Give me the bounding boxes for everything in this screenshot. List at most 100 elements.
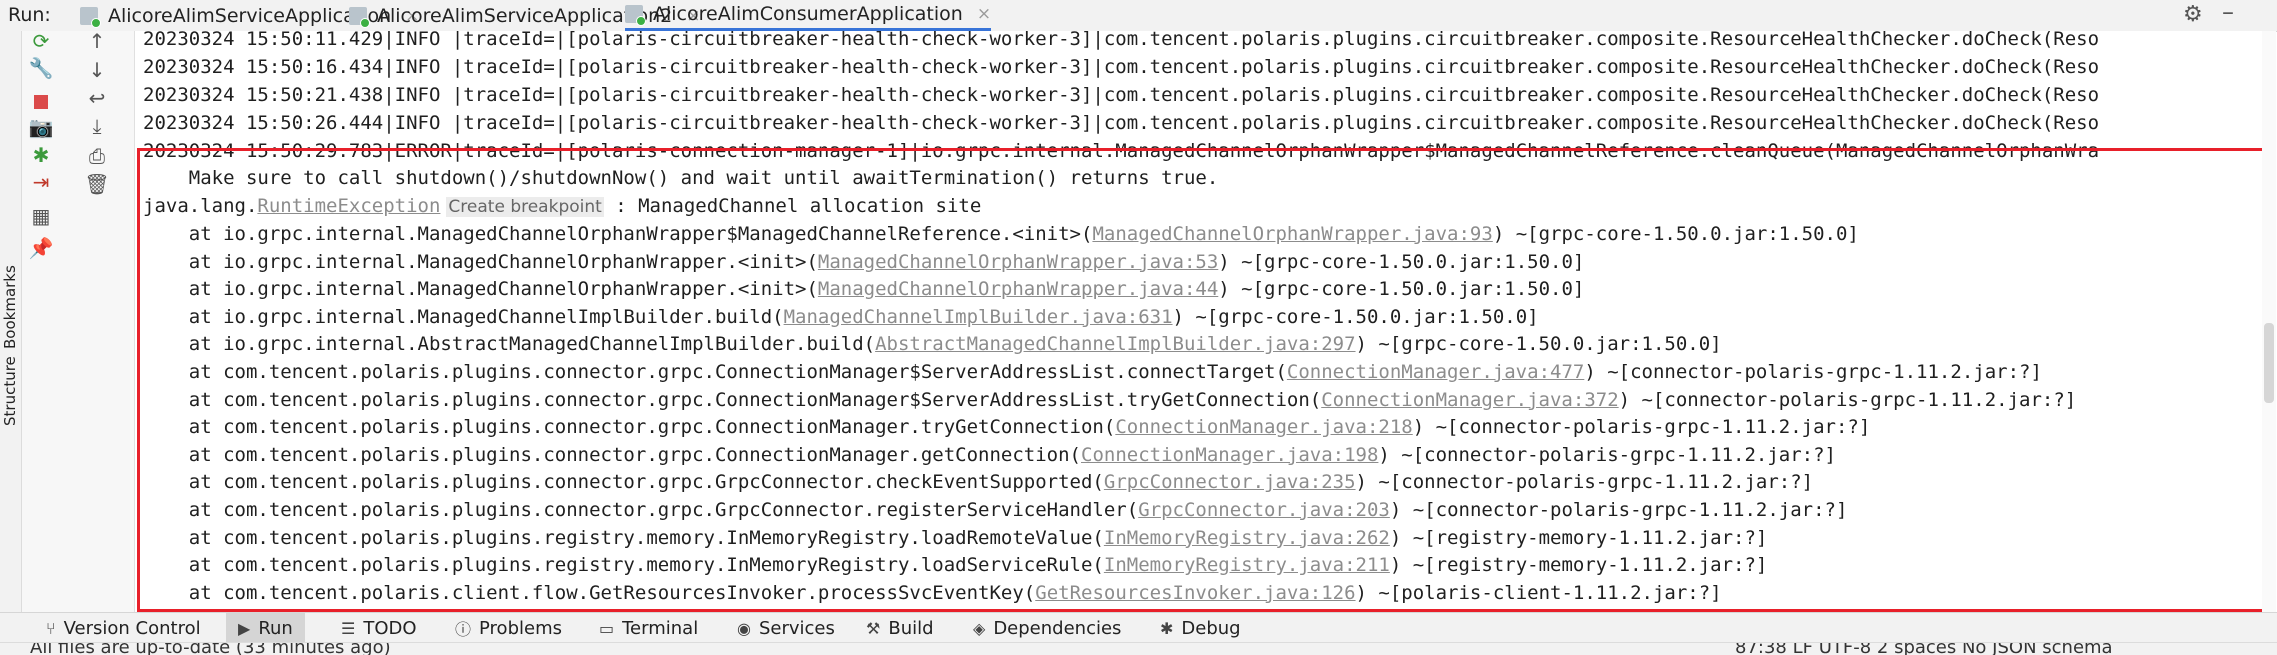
stack-frame-line: at io.grpc.internal.ManagedChannelOrphan… [143, 220, 1859, 248]
stack-frame-jar: ) ~[grpc-core-1.50.0.jar:1.50.0] [1218, 278, 1585, 301]
login-icon[interactable]: ⇥ [26, 167, 56, 197]
stack-frame-jar: ) ~[grpc-core-1.50.0.jar:1.50.0] [1492, 223, 1859, 245]
stack-frame-method: at com.tencent.polaris.plugins.connector… [143, 388, 1322, 411]
camera-icon[interactable]: 📷 [26, 112, 56, 142]
source-file-link[interactable]: AbstractManagedChannelImplBuilder.java:2… [875, 333, 1355, 355]
tab-label: Problems [479, 617, 562, 639]
print-icon[interactable]: ⎙ [82, 141, 112, 171]
close-icon[interactable]: × [977, 4, 991, 24]
exception-class-link[interactable]: RuntimeException [257, 195, 440, 217]
stack-frame-jar: ) ~[connector-polaris-grpc-1.11.2.jar:?] [1584, 361, 2042, 383]
source-file-link[interactable]: ManagedChannelOrphanWrapper.java:93 [1092, 223, 1492, 245]
scroll-to-end-icon[interactable]: ⤓ [82, 111, 112, 141]
stack-frame-line: at com.tencent.polaris.plugins.registry.… [143, 524, 1768, 552]
source-file-link[interactable]: GrpcConnector.java:235 [1104, 471, 1356, 493]
down-arrow-icon[interactable]: ↓ [82, 55, 112, 85]
stack-frame-jar: ) ~[registry-memory-1.11.2.jar:?] [1389, 526, 1768, 549]
stack-frame-jar: ) ~[connector-polaris-grpc-1.11.2.jar:?] [1389, 499, 1848, 521]
stack-frame-line: at io.grpc.internal.ManagedChannelImplBu… [143, 303, 1539, 331]
status-indicators[interactable]: 87:38 LF UTF-8 2 spaces No JSON schema [1735, 643, 2113, 655]
tab-label: Debug [1181, 617, 1241, 639]
source-file-link[interactable]: ManagedChannelImplBuilder.java:631 [784, 306, 1173, 328]
tab-problems[interactable]: ⓘ Problems [455, 613, 562, 643]
source-file-link[interactable]: ConnectionManager.java:218 [1115, 416, 1412, 438]
tab-todo[interactable]: ☰ TODO [341, 613, 417, 643]
debug-icon[interactable]: ✱ [26, 140, 56, 170]
tab-consumer-application[interactable]: AlicoreAlimConsumerApplication × [625, 0, 992, 31]
structure-stripe-button[interactable]: Structure [1, 356, 19, 426]
stack-frame-line: at com.tencent.polaris.plugins.connector… [143, 358, 2042, 386]
source-file-link[interactable]: ConnectionManager.java:198 [1081, 444, 1378, 466]
tab-label: Dependencies [993, 617, 1122, 639]
log-line-message: Make sure to call shutdown()/shutdownNow… [143, 167, 1219, 189]
tab-label: Terminal [622, 617, 699, 639]
stack-frame-method: at com.tencent.polaris.plugins.connector… [143, 361, 1287, 383]
scrollbar-thumb[interactable] [2264, 323, 2274, 403]
exception-prefix: java.lang. [143, 195, 258, 217]
rerun-icon[interactable]: ⟳ [26, 26, 56, 56]
gear-icon[interactable]: ⚙ [2183, 2, 2203, 27]
stack-frame-jar: ) ~[connector-polaris-grpc-1.11.2.jar:?] [1355, 471, 1814, 494]
todo-list-icon: ☰ [341, 618, 356, 638]
source-file-link[interactable]: GetResourcesInvoker.java:126 [1035, 582, 1355, 604]
branch-icon: ⑂ [46, 618, 56, 638]
hammer-icon: ⚒ [866, 618, 881, 638]
stack-frame-method: at com.tencent.polaris.client.flow.GetRe… [143, 581, 1036, 604]
stack-frame-method: at io.grpc.internal.AbstractManagedChann… [143, 333, 876, 356]
stack-frame-method: at io.grpc.internal.ManagedChannelOrphan… [143, 250, 818, 273]
source-file-link[interactable]: GrpcConnector.java:203 [1138, 499, 1390, 521]
exception-message: : ManagedChannel allocation site [603, 195, 982, 217]
bug-icon: ✱ [1160, 618, 1174, 638]
stack-frame-method: at com.tencent.polaris.plugins.connector… [143, 471, 1104, 494]
stack-frame-line: at com.tencent.polaris.plugins.connector… [143, 496, 1848, 524]
source-file-link[interactable]: ManagedChannelOrphanWrapper.java:44 [818, 278, 1218, 300]
tab-debug[interactable]: ✱ Debug [1160, 613, 1241, 643]
stack-frame-method: at io.grpc.internal.ManagedChannelOrphan… [143, 278, 818, 301]
trash-icon[interactable]: 🗑 [82, 169, 112, 199]
exception-line: java.lang.RuntimeException Create breakpo… [143, 192, 981, 220]
stack-frame-jar: ) ~[connector-polaris-grpc-1.11.2.jar:?] [1618, 388, 2077, 411]
tab-label: Services [758, 617, 835, 639]
stack-frame-jar: ) ~[polaris-client-1.11.2.jar:?] [1355, 581, 1722, 604]
stack-frame-line: at io.grpc.internal.ManagedChannelOrphan… [143, 275, 1585, 303]
source-file-link[interactable]: ConnectionManager.java:477 [1287, 361, 1584, 383]
run-toolbar-primary: ⟳ 🔧 📷 ✱ ⇥ ▦ 📌 [22, 29, 62, 621]
source-file-link[interactable]: ManagedChannelOrphanWrapper.java:53 [818, 251, 1218, 273]
left-tool-stripe: Bookmarks Structure [0, 31, 22, 621]
tab-label: Build [888, 617, 934, 639]
tab-terminal[interactable]: ▭ Terminal [599, 613, 698, 643]
stack-frame-line: at io.grpc.internal.ManagedChannelOrphan… [143, 248, 1585, 276]
stack-frame-jar: ) ~[grpc-core-1.50.0.jar:1.50.0] [1218, 250, 1585, 273]
stack-frame-method: at com.tencent.polaris.plugins.connector… [143, 416, 1116, 439]
pin-icon[interactable]: 📌 [26, 233, 56, 263]
log-line-error: 20230324 15:50:29.783|ERROR|traceId=|[po… [143, 140, 2100, 162]
tab-services[interactable]: ◉ Services [737, 613, 835, 643]
stack-frame-jar: ) ~[registry-memory-1.11.2.jar:?] [1389, 554, 1768, 577]
tab-run[interactable]: ▶ Run [226, 613, 305, 643]
up-arrow-icon[interactable]: ↑ [82, 26, 112, 56]
services-icon: ◉ [737, 618, 751, 638]
tab-label: Run [258, 617, 293, 639]
console-output[interactable]: 20230324 15:50:11.429|INFO |traceId=|[po… [135, 31, 2267, 621]
layout-icon[interactable]: ▦ [26, 201, 56, 231]
wrench-icon[interactable]: 🔧 [26, 53, 56, 83]
run-icon: ▶ [238, 618, 251, 638]
soft-wrap-icon[interactable]: ↩ [82, 83, 112, 113]
stack-frame-line: at com.tencent.polaris.plugins.registry.… [143, 551, 1768, 579]
stack-frame-line: at io.grpc.internal.AbstractManagedChann… [143, 330, 1722, 358]
stack-frame-line: at com.tencent.polaris.plugins.connector… [143, 413, 1871, 441]
tab-label: AlicoreAlimConsumerApplication [653, 3, 963, 25]
tab-build[interactable]: ⚒ Build [866, 613, 934, 643]
log-line-info: 20230324 15:50:16.434|INFO |traceId=|[po… [143, 56, 2100, 78]
minimize-icon[interactable]: – [2222, 0, 2234, 26]
bookmarks-stripe-button[interactable]: Bookmarks [1, 265, 19, 349]
tab-version-control[interactable]: ⑂ Version Control [46, 613, 201, 643]
source-file-link[interactable]: InMemoryRegistry.java:211 [1104, 554, 1390, 576]
stack-frame-method: at com.tencent.polaris.plugins.connector… [143, 499, 1139, 521]
spring-app-icon [349, 6, 370, 28]
tab-dependencies[interactable]: ◈ Dependencies [973, 613, 1121, 643]
source-file-link[interactable]: ConnectionManager.java:372 [1321, 389, 1618, 411]
create-breakpoint-link[interactable]: Create breakpoint [446, 197, 604, 217]
source-file-link[interactable]: InMemoryRegistry.java:262 [1104, 527, 1390, 549]
stack-frame-jar: ) ~[grpc-core-1.50.0.jar:1.50.0] [1172, 305, 1539, 328]
